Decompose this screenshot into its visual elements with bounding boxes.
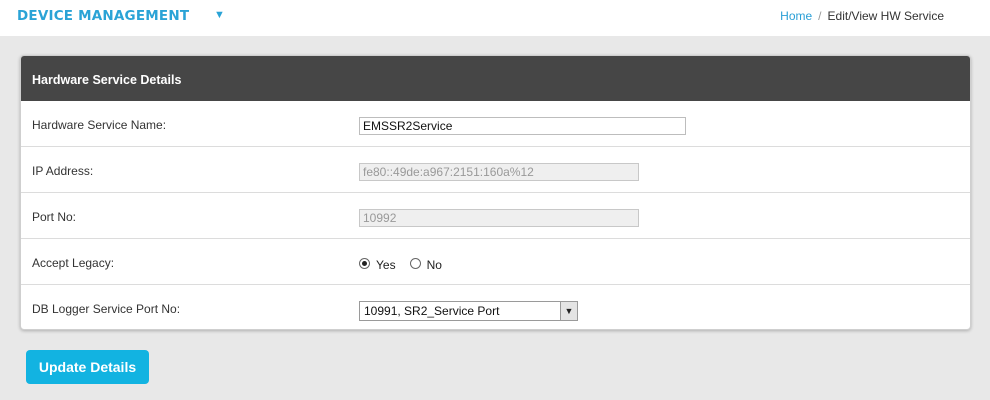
hardware-service-panel: Hardware Service Details Hardware Servic… — [20, 55, 971, 330]
breadcrumb: Home / Edit/View HW Service — [780, 9, 944, 23]
breadcrumb-home-link[interactable]: Home — [780, 9, 812, 23]
db-logger-port-label: DB Logger Service Port No: — [32, 302, 181, 316]
form-row-db-logger-port: DB Logger Service Port No: 10991, SR2_Se… — [21, 285, 970, 329]
breadcrumb-current: Edit/View HW Service — [827, 9, 944, 23]
accept-legacy-label: Accept Legacy: — [32, 256, 115, 270]
form-row-accept-legacy: Accept Legacy: Yes No — [21, 239, 970, 285]
accept-legacy-radio-group: Yes No — [359, 255, 456, 272]
ip-address-input — [359, 163, 639, 181]
top-bar: DEVICE MANAGEMENT ▼ Home / Edit/View HW Se… — [0, 0, 990, 36]
form-row-ip-address: IP Address: — [21, 147, 970, 193]
legacy-yes-label[interactable]: Yes — [376, 258, 396, 272]
app-title: DEVICE MANAGEMENT — [17, 8, 190, 24]
service-name-input[interactable] — [359, 117, 686, 135]
form-row-service-name: Hardware Service Name: — [21, 101, 970, 147]
ip-address-label: IP Address: — [32, 164, 94, 178]
form-row-port-no: Port No: — [21, 193, 970, 239]
breadcrumb-separator: / — [818, 9, 822, 23]
port-no-input — [359, 209, 639, 227]
panel-title: Hardware Service Details — [21, 56, 970, 101]
legacy-no-radio[interactable] — [409, 258, 421, 269]
dropdown-arrow-icon[interactable]: ▼ — [560, 302, 577, 320]
legacy-no-label[interactable]: No — [427, 258, 442, 272]
update-details-button[interactable]: Update Details — [26, 350, 149, 384]
legacy-yes-radio[interactable] — [359, 258, 370, 269]
db-logger-port-select[interactable]: 10991, SR2_Service Port ▼ — [359, 301, 578, 321]
service-name-label: Hardware Service Name: — [32, 118, 167, 132]
chevron-down-icon[interactable]: ▼ — [214, 9, 225, 21]
port-no-label: Port No: — [32, 210, 77, 224]
db-logger-port-selected-value: 10991, SR2_Service Port — [364, 304, 500, 318]
